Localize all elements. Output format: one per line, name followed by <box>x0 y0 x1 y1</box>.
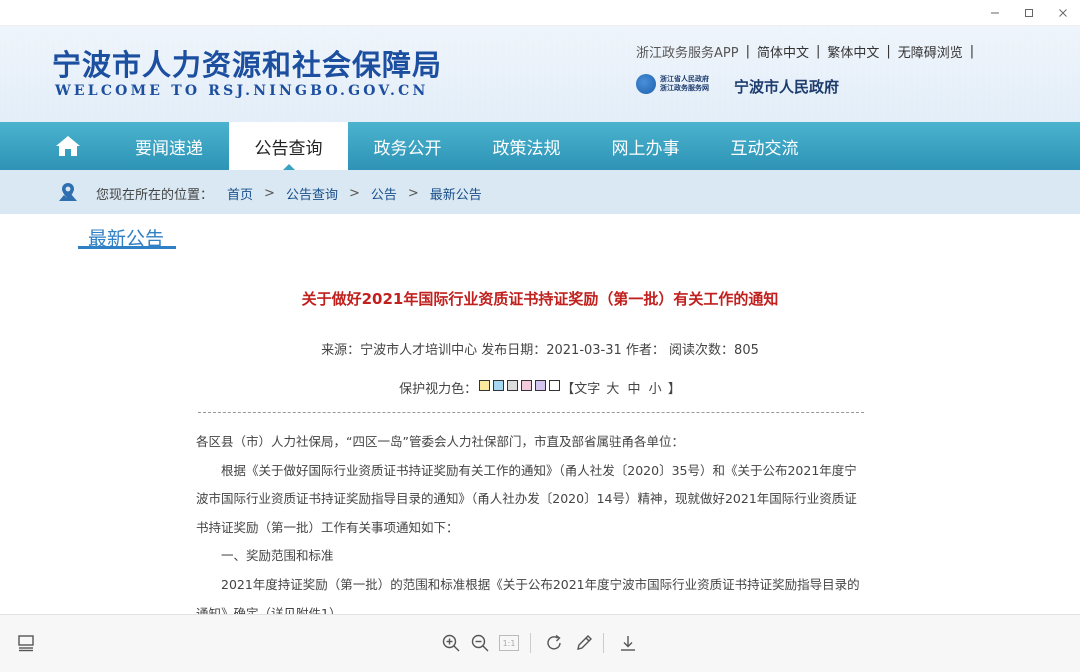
pencil-icon <box>577 635 592 650</box>
nav-item-news[interactable]: 要闻速递 <box>110 122 228 170</box>
download-button[interactable] <box>616 631 640 655</box>
breadcrumb-latest[interactable]: 最新公告 <box>430 184 482 203</box>
font-size-large[interactable]: 大 <box>606 382 619 397</box>
viewer-toolbar: 1:1 <box>0 614 1080 672</box>
eye-color-swatch[interactable] <box>506 380 518 391</box>
layout-icon <box>18 635 34 652</box>
minimize-icon <box>991 12 999 14</box>
rotate-button[interactable] <box>542 631 566 655</box>
eye-protection-bar: 保护视力色： 【文字 大 中 小 】 <box>0 378 1080 397</box>
link-separator: | <box>969 44 975 59</box>
nav-item-interaction[interactable]: 互动交流 <box>705 122 824 170</box>
zj-emblem-icon <box>636 74 656 94</box>
eye-color-swatch[interactable] <box>492 380 504 391</box>
simplified-chinese-link[interactable]: 简体中文 <box>757 42 809 61</box>
breadcrumb-bar: 您现在所在的位置： 首页 > 公告查询 > 公告 > 最新公告 <box>0 170 1080 214</box>
nav-item-notices[interactable]: 公告查询 <box>229 122 348 170</box>
close-button[interactable] <box>1050 4 1076 22</box>
breadcrumb-separator: > <box>348 186 360 201</box>
actual-size-button[interactable]: 1:1 <box>497 631 521 655</box>
zoom-in-button[interactable] <box>439 631 463 655</box>
article-paragraph: 根据《关于做好国际行业资质证书持证奖励有关工作的通知》（甬人社发〔2020〕35… <box>196 462 857 535</box>
eye-color-swatch[interactable] <box>534 380 546 391</box>
font-size-suffix: 】 <box>667 382 681 397</box>
zj-logo-line1: 浙江省人民政府 <box>660 75 709 83</box>
maximize-icon <box>1025 9 1033 17</box>
actual-size-icon: 1:1 <box>499 635 519 651</box>
window-titlebar <box>0 0 1080 26</box>
accessibility-link[interactable]: 无障碍浏览 <box>898 42 963 61</box>
link-separator: | <box>745 44 750 59</box>
breadcrumb-notice[interactable]: 公告 <box>371 184 397 203</box>
nav-item-gov-affairs[interactable]: 政务公开 <box>348 122 467 170</box>
zoom-out-button[interactable] <box>468 631 492 655</box>
location-icon <box>59 183 77 201</box>
eye-color-swatch[interactable] <box>478 380 490 391</box>
zoom-in-icon <box>442 634 460 652</box>
article-paragraph: 各区县（市）人力社保局，“四区一岛”管委会人力社保部门，市直及部省属驻甬各单位： <box>196 434 684 449</box>
home-icon <box>56 136 80 156</box>
font-size-small[interactable]: 小 <box>649 382 662 397</box>
article-paragraph: 一、奖励范围和标准 <box>221 548 334 564</box>
article-meta: 来源：宁波市人才培训中心 发布日期：2021-03-31 作者： 阅读次数：80… <box>321 343 759 358</box>
page-indicator: 1:1 <box>502 638 516 648</box>
toolbar-separator <box>530 633 531 653</box>
layout-toggle-button[interactable] <box>14 631 38 655</box>
eye-color-swatches <box>477 380 561 395</box>
article-body: 各区县（市）人力社保局，“四区一岛”管委会人力社保部门，市直及部省属驻甬各单位：… <box>196 428 868 628</box>
eye-color-swatch[interactable] <box>520 380 532 391</box>
top-links: 浙江政务服务APP | 简体中文 | 繁体中文 | 无障碍浏览 | <box>636 42 981 61</box>
nav-item-policies[interactable]: 政策法规 <box>467 122 586 170</box>
traditional-chinese-link[interactable]: 繁体中文 <box>827 42 879 61</box>
eye-protection-label: 保护视力色： <box>399 382 478 397</box>
breadcrumb-separator: > <box>407 186 419 201</box>
breadcrumb-notices[interactable]: 公告查询 <box>286 184 338 203</box>
link-separator: | <box>815 44 821 59</box>
eye-color-swatch[interactable] <box>548 380 560 391</box>
toolbar-separator <box>603 633 604 653</box>
nb-gov-link[interactable]: 宁波市人民政府 <box>734 76 839 97</box>
font-size-prefix: 【文字 <box>561 382 601 397</box>
font-size-medium[interactable]: 中 <box>628 382 641 397</box>
zj-app-link[interactable]: 浙江政务服务APP <box>636 42 739 61</box>
nav-home[interactable] <box>52 132 84 160</box>
minimize-button[interactable] <box>982 4 1008 22</box>
site-subtitle: WELCOME TO RSJ.NINGBO.GOV.CN <box>55 83 429 99</box>
font-size-control: 【文字 大 中 小 】 <box>561 378 681 397</box>
link-separator: | <box>886 44 891 59</box>
nav-item-online-services[interactable]: 网上办事 <box>586 122 705 170</box>
main-nav: 要闻速递 公告查询 政务公开 政策法规 网上办事 互动交流 <box>0 122 1080 170</box>
article-title: 关于做好2021年国际行业资质证书持证奖励（第一批）有关工作的通知 <box>301 290 779 308</box>
download-icon <box>621 636 635 651</box>
zj-logo-line2: 浙江政务服务网 <box>660 84 709 92</box>
article-divider <box>198 412 864 413</box>
section-underline <box>78 246 176 249</box>
site-header: 宁波市人力资源和社会保障局 WELCOME TO RSJ.NINGBO.GOV.… <box>0 26 1080 122</box>
breadcrumb: 您现在所在的位置： 首页 > 公告查询 > 公告 > 最新公告 <box>96 184 482 203</box>
zoom-out-icon <box>471 634 489 652</box>
close-icon <box>1059 9 1067 17</box>
zj-gov-logo[interactable]: 浙江省人民政府 浙江政务服务网 <box>636 74 709 94</box>
breadcrumb-separator: > <box>264 186 275 201</box>
maximize-button[interactable] <box>1016 4 1042 22</box>
breadcrumb-prefix: 您现在所在的位置： <box>96 188 214 203</box>
site-title[interactable]: 宁波市人力资源和社会保障局 <box>52 42 442 84</box>
breadcrumb-home[interactable]: 首页 <box>227 184 253 203</box>
edit-button[interactable] <box>572 631 596 655</box>
rotate-icon <box>547 634 561 650</box>
